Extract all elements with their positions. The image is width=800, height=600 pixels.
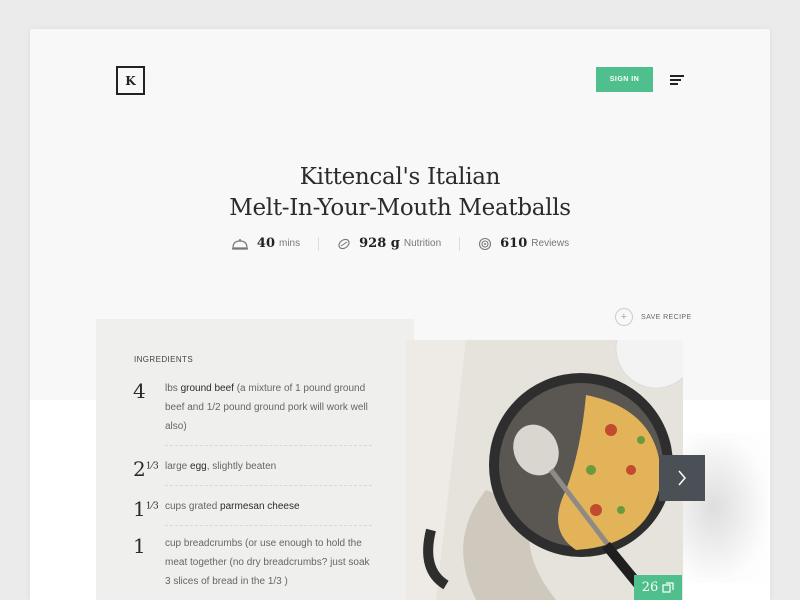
ingredient-quantity: 11⁄3 [133,497,159,521]
ingredient-description: cups grated parmesan cheese [165,501,300,512]
ingredient-divider [165,525,372,526]
plus-icon: + [615,308,633,326]
meta-nutrition-value: 928 g [359,236,400,251]
logo-letter: K [125,73,136,88]
chevron-right-icon [678,470,686,486]
ingredient-quantity: 21⁄3 [133,457,159,481]
next-image-button[interactable] [659,455,705,501]
ingredients-panel: INGREDIENTS 4 lbs ground beef (a mixture… [96,319,414,600]
meta-nutrition-label: Nutrition [403,238,442,249]
meta-reviews-label: Reviews [531,238,570,249]
meta-time: 40 mins [213,236,318,251]
ingredient-quantity: 4 [133,379,146,403]
hamburger-menu-icon[interactable] [670,75,684,85]
gallery-icon [662,581,674,593]
ingredient-description: lbs ground beef (a mixture of 1 pound gr… [165,383,368,432]
recipe-title-line-1: Kittencal's Italian [299,164,501,190]
recipe-meta: 40 mins 928 g Nutrition 610 Reviews [30,236,770,251]
site-logo[interactable]: K [116,66,145,95]
frittata-pan-illustration [406,340,683,600]
meta-time-value: 40 [256,236,275,251]
ingredient-description: cup breadcrumbs (or use enough to hold t… [165,538,370,587]
save-recipe-label: SAVE RECIPE [641,313,692,321]
save-recipe-button[interactable]: + SAVE RECIPE [615,308,692,326]
meta-nutrition[interactable]: 928 g Nutrition [319,236,459,251]
nutrition-icon [338,238,350,249]
recipe-photo[interactable] [406,340,683,600]
ingredient-quantity: 1 [133,534,146,558]
ingredients-heading: INGREDIENTS [134,355,194,364]
cloche-icon [231,238,248,250]
sign-in-button[interactable]: SIGN IN [596,67,653,92]
photo-count-badge[interactable]: 26 [634,575,682,600]
page-card: K SIGN IN Kittencal's Italian Melt-In-Yo… [30,29,770,600]
reviews-icon [479,237,492,250]
ingredient-description: large egg, slightly beaten [165,461,277,472]
recipe-title-line-2: Melt-In-Your-Mouth Meatballs [229,195,571,221]
meta-reviews-value: 610 [500,236,528,251]
ingredient-divider [165,485,372,486]
ingredient-divider [165,445,372,446]
photo-count: 26 [641,580,659,595]
meta-time-label: mins [279,238,301,249]
meta-reviews[interactable]: 610 Reviews [460,236,587,251]
